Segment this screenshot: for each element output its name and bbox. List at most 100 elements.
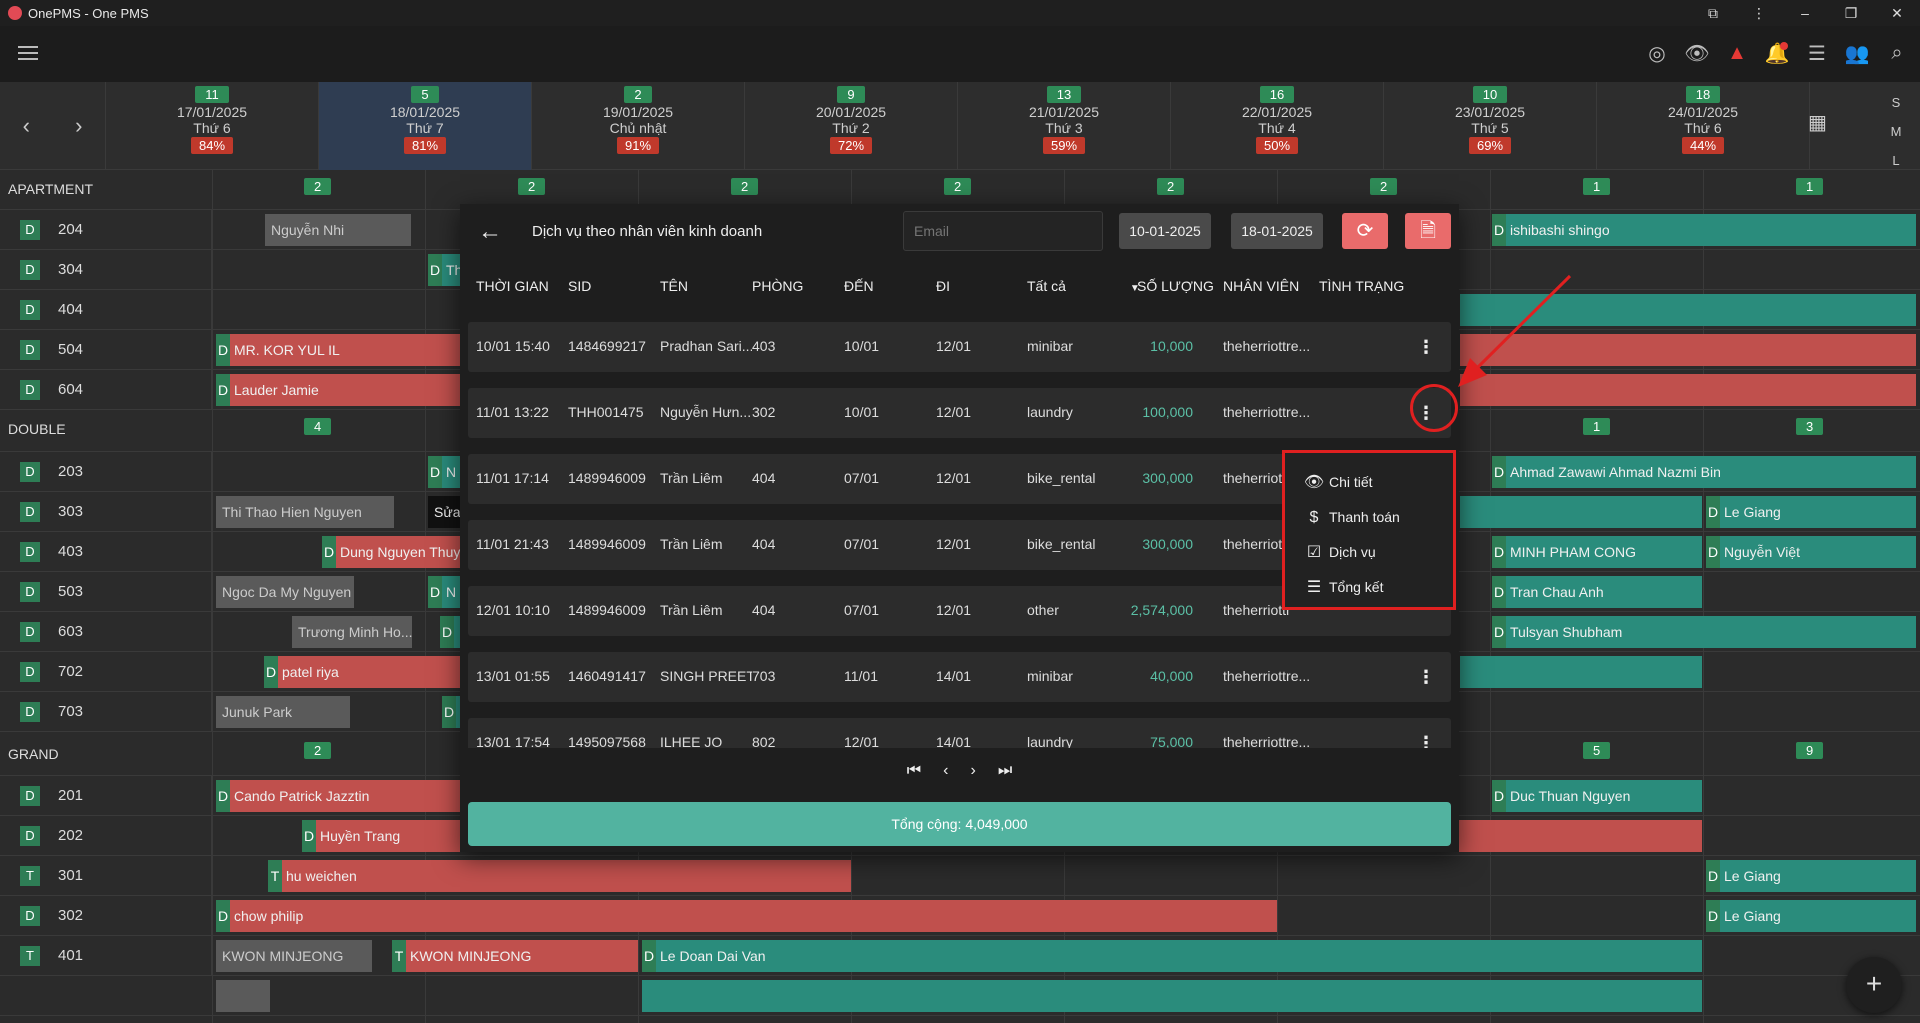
calendar-icon[interactable]: ▦ bbox=[1808, 110, 1827, 135]
day-occupancy: 50% bbox=[1255, 137, 1299, 154]
prev-page-icon[interactable]: ‹ bbox=[943, 762, 948, 788]
booking-bar[interactable]: Dishibashi shingo bbox=[1492, 214, 1916, 246]
booking-bar[interactable]: D Le Giang bbox=[1706, 860, 1916, 892]
search-icon[interactable]: ⌕ bbox=[1884, 40, 1910, 66]
column-header[interactable]: TÌNH TRẠNG bbox=[1319, 278, 1404, 294]
booking-bar[interactable]: D bbox=[442, 696, 460, 728]
close-button[interactable]: ✕ bbox=[1874, 0, 1920, 26]
booking-bar[interactable]: DN bbox=[428, 576, 460, 608]
booking-bar[interactable] bbox=[1460, 294, 1916, 326]
row-menu-icon[interactable]: ⋮ bbox=[1413, 730, 1439, 748]
table-row[interactable]: 13/01 17:54 1495097568 ILHEE JO 802 12/0… bbox=[468, 718, 1451, 748]
room-number: 302 bbox=[58, 907, 84, 924]
column-header[interactable]: ĐI bbox=[936, 278, 950, 294]
next-week-icon[interactable]: › bbox=[75, 113, 82, 139]
menu-icon[interactable] bbox=[18, 46, 38, 64]
day-column[interactable]: 18 24/01/2025 Thứ 6 44% bbox=[1597, 82, 1810, 170]
booking-bar[interactable]: Dpatel riya bbox=[264, 656, 460, 688]
booking-bar[interactable] bbox=[1460, 496, 1702, 528]
maximize-button[interactable]: ❐ bbox=[1828, 0, 1874, 26]
menu-item-summary[interactable]: ☰ Tổng kết bbox=[1303, 572, 1384, 602]
column-header[interactable]: ĐẾN bbox=[844, 278, 874, 294]
back-arrow-icon[interactable]: ← bbox=[478, 218, 502, 246]
day-column[interactable]: 9 20/01/2025 Thứ 2 72% bbox=[745, 82, 958, 170]
view-medium-button[interactable]: M bbox=[1876, 117, 1916, 146]
booking-bar[interactable]: Sửa bbox=[428, 496, 460, 528]
table-row[interactable]: 10/01 15:40 1484699217 Pradhan Sari... 4… bbox=[468, 322, 1451, 372]
booking-bar[interactable]: Thi Thao Hien Nguyen bbox=[216, 496, 394, 528]
minimize-button[interactable]: – bbox=[1782, 0, 1828, 26]
date-from-button[interactable]: 10-01-2025 bbox=[1119, 213, 1211, 249]
day-column[interactable]: 16 22/01/2025 Thứ 4 50% bbox=[1171, 82, 1384, 170]
booking-bar[interactable]: Junuk Park bbox=[216, 696, 350, 728]
first-page-icon[interactable]: ⏮ bbox=[907, 762, 921, 788]
booking-bar[interactable] bbox=[216, 980, 270, 1012]
booking-bar[interactable]: KWON MINJEONG bbox=[216, 940, 372, 972]
column-header[interactable]: SID bbox=[568, 278, 591, 294]
booking-bar[interactable]: DN bbox=[428, 456, 460, 488]
booking-bar[interactable]: Nguyễn Nhi bbox=[265, 214, 411, 246]
booking-bar[interactable]: T KWON MINJEONG bbox=[392, 940, 638, 972]
booking-bar[interactable]: D Nguyễn Việt bbox=[1706, 536, 1916, 568]
booking-bar[interactable]: D bbox=[440, 616, 460, 648]
refresh-button[interactable]: ⟳ bbox=[1342, 213, 1388, 249]
menu-item-service[interactable]: ☑ Dịch vụ bbox=[1303, 537, 1376, 567]
menu-item-payment[interactable]: $ Thanh toán bbox=[1303, 502, 1400, 532]
booking-bar[interactable]: Ngoc Da My Nguyen bbox=[216, 576, 354, 608]
email-input[interactable] bbox=[903, 211, 1103, 251]
pagination: ⏮ ‹ › ⏭ bbox=[460, 762, 1459, 788]
booking-bar[interactable] bbox=[642, 980, 1702, 1012]
view-small-button[interactable]: S bbox=[1876, 88, 1916, 117]
fingerprint-icon[interactable]: ◎ bbox=[1644, 40, 1670, 66]
day-column[interactable]: 13 21/01/2025 Thứ 3 59% bbox=[958, 82, 1171, 170]
row-menu-icon[interactable]: ⋮ bbox=[1413, 664, 1439, 690]
column-header[interactable]: TÊN bbox=[660, 278, 688, 294]
prev-week-icon[interactable]: ‹ bbox=[23, 113, 30, 139]
booking-bar[interactable]: D Cando Patrick Jazztin bbox=[216, 780, 460, 812]
booking-bar[interactable]: D Tulsyan Shubham bbox=[1492, 616, 1916, 648]
booking-bar[interactable]: D MINH PHAM CONG bbox=[1492, 536, 1702, 568]
last-page-icon[interactable]: ⏭ bbox=[998, 762, 1012, 788]
booking-bar[interactable]: D Ahmad Zawawi Ahmad Nazmi Bin bbox=[1492, 456, 1916, 488]
day-column[interactable]: 5 18/01/2025 Thứ 7 81% bbox=[319, 82, 532, 170]
bell-icon[interactable]: 🔔 bbox=[1764, 40, 1790, 66]
booking-bar[interactable]: D Dung Nguyen Thuy bbox=[322, 536, 460, 568]
add-user-icon[interactable]: 👥 bbox=[1844, 40, 1870, 66]
booking-bar[interactable]: D Th bbox=[428, 254, 460, 286]
column-header[interactable]: NHÂN VIÊN bbox=[1223, 278, 1299, 294]
more-vert-icon[interactable]: ⋮ bbox=[1736, 0, 1782, 26]
booking-bar[interactable] bbox=[1460, 374, 1916, 406]
column-header[interactable]: SỐ LƯỢNG bbox=[1137, 278, 1214, 294]
table-row[interactable]: 11/01 13:22 THH001475 Nguyễn Hưn... 302 … bbox=[468, 388, 1451, 438]
date-to-button[interactable]: 18-01-2025 bbox=[1231, 213, 1323, 249]
eye-icon[interactable]: 👁 bbox=[1684, 40, 1710, 66]
booking-bar[interactable]: D Tran Chau Anh bbox=[1492, 576, 1702, 608]
row-menu-icon[interactable]: ⋮ bbox=[1413, 334, 1439, 360]
booking-bar[interactable]: Thu weichen bbox=[268, 860, 851, 892]
day-count: 2 bbox=[624, 86, 652, 103]
booking-bar[interactable]: D Duc Thuan Nguyen bbox=[1492, 780, 1702, 812]
service-filter-select[interactable]: Tất cả ▼ bbox=[1027, 278, 1140, 294]
booking-bar[interactable] bbox=[1460, 656, 1702, 688]
booking-bar[interactable]: Trương Minh Ho... bbox=[292, 616, 412, 648]
table-row[interactable]: 13/01 01:55 1460491417 SINGH PREET 703 1… bbox=[468, 652, 1451, 702]
column-header[interactable]: PHÒNG bbox=[752, 278, 803, 294]
menu-item-detail[interactable]: 👁 Chi tiết bbox=[1303, 467, 1373, 497]
column-header[interactable]: THỜI GIAN bbox=[476, 278, 549, 294]
booking-bar[interactable]: D MR. KOR YUL IL bbox=[216, 334, 460, 366]
warning-icon[interactable]: ▲ bbox=[1724, 40, 1750, 66]
booking-bar[interactable]: D Le Giang bbox=[1706, 900, 1916, 932]
day-column[interactable]: 11 17/01/2025 Thứ 6 84% bbox=[106, 82, 319, 170]
booking-bar[interactable]: D Le Giang bbox=[1706, 496, 1916, 528]
booking-bar[interactable]: D Le Doan Dai Van bbox=[642, 940, 1702, 972]
booking-bar[interactable]: Dchow philip bbox=[216, 900, 1277, 932]
booking-bar[interactable]: D Lauder Jamie bbox=[216, 374, 460, 406]
add-booking-fab[interactable]: + bbox=[1846, 957, 1902, 1013]
extension-icon[interactable]: ⧉ bbox=[1690, 0, 1736, 26]
day-column[interactable]: 10 23/01/2025 Thứ 5 69% bbox=[1384, 82, 1597, 170]
day-column[interactable]: 2 19/01/2025 Chủ nhật 91% bbox=[532, 82, 745, 170]
export-button[interactable]: 🗎 bbox=[1405, 213, 1451, 249]
next-page-icon[interactable]: › bbox=[971, 762, 976, 788]
booking-bar[interactable] bbox=[1460, 334, 1916, 366]
list-view-icon[interactable]: ☰ bbox=[1804, 40, 1830, 66]
